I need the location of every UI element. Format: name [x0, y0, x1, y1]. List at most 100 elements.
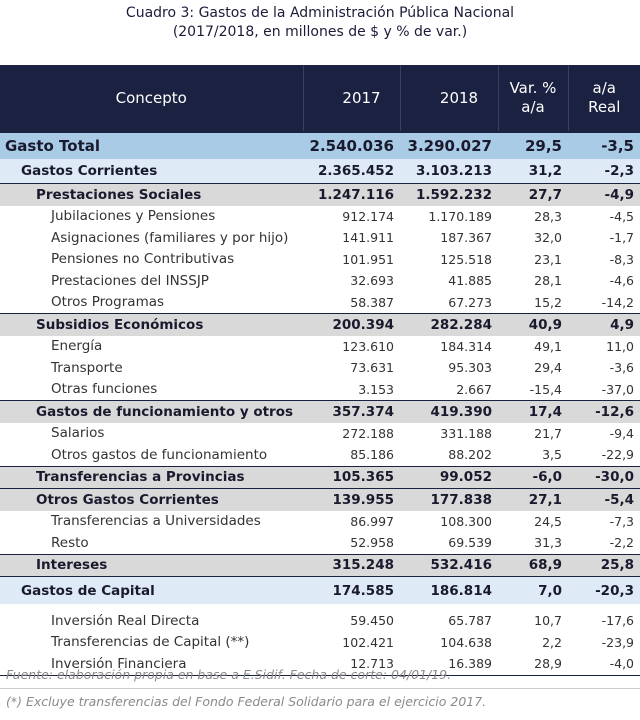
header-var-line-2: a/a: [521, 98, 545, 116]
value-var: 32,0: [498, 227, 568, 249]
value-2018: 65.787: [400, 604, 498, 632]
value-2018: 186.814: [400, 576, 498, 604]
table-row: Intereses 315.248 532.416 68,9 25,8: [0, 553, 640, 577]
value-real: -12,6: [568, 400, 640, 423]
table-row: Transferencias a Universidades 86.997 108.…: [0, 510, 640, 532]
value-2018: 99.052: [400, 465, 498, 489]
value-var: 27,7: [498, 183, 568, 206]
value-2017: 357.374: [303, 400, 400, 423]
value-2018: 69.539: [400, 532, 498, 554]
value-var: 23,1: [498, 248, 568, 270]
value-real: -4,9: [568, 183, 640, 206]
value-2018: 532.416: [400, 553, 498, 577]
value-2017: 2.365.452: [303, 159, 400, 184]
header-real: a/a Real: [568, 65, 640, 132]
value-real: -4,0: [568, 653, 640, 676]
value-2018: 41.885: [400, 270, 498, 292]
value-real: -1,7: [568, 227, 640, 249]
value-2018: 1.592.232: [400, 183, 498, 206]
value-2017: 2.540.036: [303, 131, 400, 159]
row-label: Otros gastos de funcionamiento: [0, 444, 303, 466]
expenditure-table: Concepto 2017 2018 Var. % a/a a/a Real G…: [0, 65, 640, 676]
value-2017: 200.394: [303, 313, 400, 336]
value-2018: 3.290.027: [400, 131, 498, 159]
table-row: Resto 52.958 69.539 31,3 -2,2: [0, 532, 640, 554]
row-label: Prestaciones del INSSJP: [0, 270, 303, 292]
row-label: Pensiones no Contributivas: [0, 248, 303, 270]
row-label: Energía: [0, 335, 303, 357]
value-real: 4,9: [568, 313, 640, 336]
table-row: Inversión Real Directa 59.450 65.787 10,7 -1…: [0, 604, 640, 632]
value-2017: 86.997: [303, 510, 400, 532]
table-header: Concepto 2017 2018 Var. % a/a a/a Real: [0, 65, 640, 132]
row-label: Gastos de Capital: [0, 576, 303, 604]
table-body: Gasto Total 2.540.036 3.290.027 29,5 -3,5 Gas…: [0, 131, 640, 676]
table-row: Energía 123.610 184.314 49,1 11,0: [0, 335, 640, 357]
value-2018: 1.170.189: [400, 205, 498, 227]
value-var: 31,3: [498, 532, 568, 554]
value-var: -15,4: [498, 378, 568, 401]
value-var: 28,9: [498, 653, 568, 676]
value-real: -20,3: [568, 576, 640, 604]
row-label: Transporte: [0, 357, 303, 379]
header-2017: 2017: [303, 65, 401, 132]
value-2017: 315.248: [303, 553, 400, 577]
row-label: Otros Gastos Corrientes: [0, 488, 303, 511]
value-2017: 59.450: [303, 604, 400, 632]
value-real: -2,2: [568, 532, 640, 554]
row-label: Salarios: [0, 422, 303, 444]
value-2017: 101.951: [303, 248, 400, 270]
value-real: -14,2: [568, 291, 640, 314]
value-real: -37,0: [568, 378, 640, 401]
source-note: Fuente: elaboración propia en base a E.S…: [6, 667, 452, 682]
value-var: 29,4: [498, 357, 568, 379]
header-2018: 2018: [400, 65, 499, 132]
value-2017: 141.911: [303, 227, 400, 249]
value-2017: 174.585: [303, 576, 400, 604]
header-real-line-1: a/a: [592, 79, 616, 97]
row-label: Subsidios Económicos: [0, 313, 303, 336]
value-real: 25,8: [568, 553, 640, 577]
value-2017: 3.153: [303, 378, 400, 401]
value-var: 17,4: [498, 400, 568, 423]
value-var: 7,0: [498, 576, 568, 604]
value-2017: 1.247.116: [303, 183, 400, 206]
table-row: Gastos de funcionamiento y otros 357.374 4…: [0, 400, 640, 423]
value-var: -6,0: [498, 465, 568, 489]
value-var: 29,5: [498, 131, 568, 159]
value-real: -4,6: [568, 270, 640, 292]
value-2017: 52.958: [303, 532, 400, 554]
header-var: Var. % a/a: [498, 65, 569, 132]
value-var: 10,7: [498, 604, 568, 632]
header-real-line-2: Real: [588, 98, 621, 116]
value-real: -3,5: [568, 131, 640, 159]
value-real: -17,6: [568, 604, 640, 632]
value-real: -9,4: [568, 422, 640, 444]
value-var: 27,1: [498, 488, 568, 511]
value-2018: 177.838: [400, 488, 498, 511]
header-var-line-1: Var. %: [509, 79, 557, 97]
value-2018: 108.300: [400, 510, 498, 532]
row-label: Transferencias de Capital (**): [0, 631, 303, 653]
value-2017: 73.631: [303, 357, 400, 379]
row-label: Gastos de funcionamiento y otros: [0, 400, 303, 423]
row-label: Otras funciones: [0, 378, 303, 401]
table-row: Otros Programas 58.387 67.273 15,2 -14,2: [0, 291, 640, 314]
value-2018: 2.667: [400, 378, 498, 401]
value-2018: 104.638: [400, 631, 498, 653]
value-2018: 331.188: [400, 422, 498, 444]
value-real: -30,0: [568, 465, 640, 489]
value-real: -7,3: [568, 510, 640, 532]
table-row: Salarios 272.188 331.188 21,7 -9,4: [0, 422, 640, 444]
table-row: Transferencias de Capital (**) 102.421 104…: [0, 631, 640, 653]
title-line-2: (2017/2018, en millones de $ y % de var.…: [172, 24, 468, 40]
value-real: -22,9: [568, 444, 640, 466]
value-real: 11,0: [568, 335, 640, 357]
value-2017: 139.955: [303, 488, 400, 511]
value-var: 28,3: [498, 205, 568, 227]
value-real: -23,9: [568, 631, 640, 653]
table-row: Otros Gastos Corrientes 139.955 177.838 27,…: [0, 488, 640, 511]
value-2017: 85.186: [303, 444, 400, 466]
row-label: Intereses: [0, 553, 303, 577]
row-label: Otros Programas: [0, 291, 303, 314]
